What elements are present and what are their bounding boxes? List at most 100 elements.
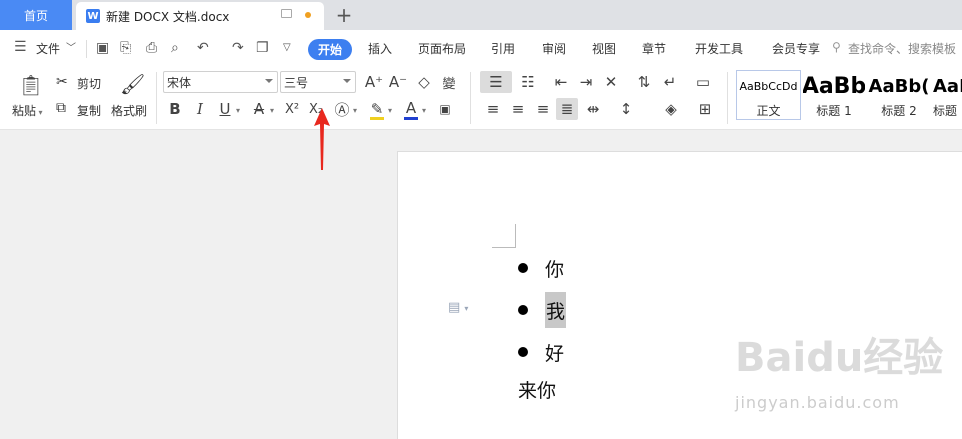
- style-normal[interactable]: AaBbCcDd 正文: [736, 70, 801, 120]
- tab-references[interactable]: 引用: [491, 40, 515, 57]
- copy-button[interactable]: 复制: [77, 102, 101, 119]
- search-input[interactable]: 查找命令、搜索模板: [848, 40, 956, 57]
- superscript-button[interactable]: X²: [281, 98, 303, 120]
- distributed-align-icon[interactable]: ⇹: [582, 98, 604, 120]
- style-name: 正文: [756, 104, 781, 118]
- style-heading-1[interactable]: AaBb 标题 1: [803, 70, 865, 120]
- chevron-down-icon[interactable]: ▾: [353, 106, 357, 115]
- undo-icon[interactable]: ↶: [197, 40, 209, 56]
- font-name-select[interactable]: 宋体: [163, 71, 278, 93]
- chevron-down-icon[interactable]: ▾: [270, 106, 274, 115]
- tab-document[interactable]: W 新建 DOCX 文档.docx: [76, 2, 324, 30]
- watermark-url: jingyan.baidu.com: [735, 393, 900, 412]
- grow-font-icon[interactable]: A⁺: [363, 71, 385, 93]
- menu-row: ☰ 文件 ﹀ ▣ ⎘ ⎙ ⌕ ↶ ↷ ❐ ▽ 开始 插入 页面布局 引用 审阅 …: [0, 30, 962, 68]
- highlight-color-bar: [370, 117, 384, 120]
- italic-button[interactable]: I: [189, 98, 211, 120]
- watermark-main: Baidu经验: [735, 335, 944, 381]
- ruler-icon[interactable]: ▭: [692, 71, 714, 93]
- bullet-list-icon[interactable]: ☰: [480, 71, 512, 93]
- tab-membership[interactable]: 会员专享: [772, 40, 820, 57]
- redo-icon[interactable]: ↷: [232, 40, 244, 56]
- shading-icon[interactable]: ◈: [660, 98, 682, 120]
- format-painter-icon[interactable]: 🖌︎: [120, 72, 145, 96]
- chevron-down-icon: [343, 79, 351, 83]
- style-name: 标题 1: [816, 104, 852, 118]
- chinese-layout-icon[interactable]: ✕: [600, 71, 622, 93]
- style-sample: AaBb: [803, 73, 865, 99]
- copy-format-icon[interactable]: ❐: [256, 40, 269, 56]
- search-icon[interactable]: ⚲: [832, 40, 841, 54]
- paragraph-text[interactable]: 来你: [518, 376, 556, 403]
- copy-icon[interactable]: ⧉: [56, 100, 66, 116]
- font-color-bar: [404, 117, 418, 120]
- phonetic-guide-icon[interactable]: 變: [438, 71, 460, 93]
- align-center-icon[interactable]: ≡: [507, 98, 529, 120]
- tab-page-layout[interactable]: 页面布局: [418, 40, 466, 57]
- font-size-select[interactable]: 三号: [280, 71, 356, 93]
- chevron-down-icon[interactable]: ▾: [236, 106, 240, 115]
- tab-section[interactable]: 章节: [642, 40, 666, 57]
- paste-label: 粘贴: [12, 104, 37, 118]
- export-icon[interactable]: ⎘: [120, 40, 131, 56]
- page-margin-corner: [492, 224, 516, 248]
- decrease-indent-icon[interactable]: ⇤: [550, 71, 572, 93]
- increase-indent-icon[interactable]: ⇥: [575, 71, 597, 93]
- style-title[interactable]: AaB 标题: [933, 70, 962, 120]
- wps-writer-icon: W: [86, 9, 100, 23]
- style-name: 标题: [933, 104, 958, 118]
- char-border-icon[interactable]: ▣: [434, 98, 456, 120]
- font-name-value: 宋体: [167, 75, 192, 90]
- new-tab-button[interactable]: +: [332, 3, 356, 27]
- hamburger-icon[interactable]: ☰: [14, 39, 27, 55]
- chevron-down-icon[interactable]: ▾: [388, 106, 392, 115]
- paragraph-layout-icon[interactable]: ▤ ▾: [448, 300, 468, 315]
- tab-home[interactable]: 首页: [0, 0, 72, 30]
- paste-button[interactable]: 粘贴 ▾: [12, 102, 43, 119]
- style-heading-2[interactable]: AaBb( 标题 2: [867, 70, 931, 120]
- save-icon[interactable]: ▣: [96, 40, 109, 56]
- divider: [156, 72, 157, 124]
- tab-start[interactable]: 开始: [308, 39, 352, 60]
- underline-button[interactable]: U: [214, 98, 236, 120]
- numbered-list-icon[interactable]: ☷: [517, 71, 539, 93]
- line-spacing-icon[interactable]: ↕: [615, 98, 637, 120]
- paste-icon[interactable]: 📋︎: [18, 72, 44, 98]
- print-preview-icon[interactable]: ⌕: [171, 40, 179, 56]
- strikethrough-icon[interactable]: A: [248, 98, 270, 120]
- menu-file[interactable]: 文件: [36, 40, 60, 57]
- sort-icon[interactable]: ⇅: [633, 71, 655, 93]
- tab-review[interactable]: 审阅: [542, 40, 566, 57]
- print-icon[interactable]: ⎙: [146, 40, 157, 56]
- cut-button[interactable]: 剪切: [77, 75, 101, 92]
- scissors-icon[interactable]: ✂: [56, 74, 68, 90]
- align-left-icon[interactable]: ≡: [482, 98, 504, 120]
- text-effect-icon[interactable]: Ⓐ: [331, 98, 353, 120]
- divider: [86, 40, 87, 58]
- selected-text: 我: [545, 292, 567, 328]
- list-item[interactable]: 你: [518, 250, 564, 286]
- tab-view[interactable]: 视图: [592, 40, 616, 57]
- bold-button[interactable]: B: [164, 98, 186, 120]
- tab-insert[interactable]: 插入: [368, 40, 392, 57]
- more-chevron-icon[interactable]: ▽: [283, 42, 291, 53]
- show-marks-icon[interactable]: ↵: [659, 71, 681, 93]
- annotation-arrow-icon: [314, 108, 330, 170]
- ribbon-toolbar: 📋︎ 粘贴 ▾ ✂ 剪切 ⧉ 复制 🖌︎ 格式刷 宋体 三号 A⁺ A⁻ ◇ 變…: [0, 68, 962, 130]
- chevron-down-icon[interactable]: ▾: [422, 106, 426, 115]
- font-color-button[interactable]: A: [400, 97, 422, 119]
- shrink-font-icon[interactable]: A⁻: [387, 71, 409, 93]
- bullet-icon: [518, 305, 528, 315]
- justify-icon[interactable]: ≣: [556, 98, 578, 120]
- clear-format-icon[interactable]: ◇: [413, 71, 435, 93]
- list-item-text: 好: [545, 342, 565, 365]
- list-item[interactable]: 好: [518, 334, 564, 370]
- monitor-icon[interactable]: [281, 9, 292, 18]
- chevron-down-icon[interactable]: ﹀: [66, 39, 76, 54]
- align-right-icon[interactable]: ≡: [532, 98, 554, 120]
- format-painter-button[interactable]: 格式刷: [111, 102, 147, 119]
- borders-icon[interactable]: ⊞: [694, 98, 716, 120]
- list-item-selected[interactable]: 我: [518, 292, 567, 328]
- unsaved-indicator-icon: [305, 12, 311, 18]
- tab-developer[interactable]: 开发工具: [695, 40, 743, 57]
